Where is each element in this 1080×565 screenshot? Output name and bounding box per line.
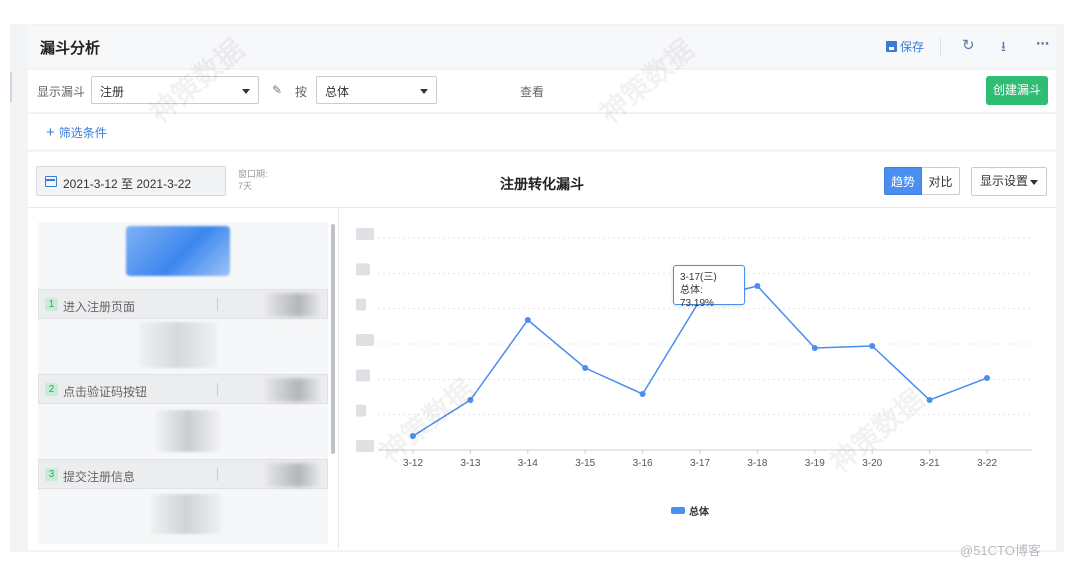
y-tick-label-redacted	[356, 298, 366, 311]
data-point	[524, 317, 531, 323]
funnel-toolbar: 显示漏斗 注册 ✎ 按 总体 查看 创建漏斗	[28, 70, 1056, 112]
save-icon	[886, 41, 897, 52]
view-label: 查看	[520, 85, 545, 99]
funnel-step[interactable]: 1 进入注册页面	[38, 289, 328, 319]
panel-divider	[338, 208, 339, 548]
show-funnel-label: 显示漏斗	[37, 85, 86, 99]
header-divider	[940, 38, 941, 56]
x-tick-label: 3-16	[633, 458, 653, 469]
step-value-redacted	[265, 293, 321, 317]
group-select[interactable]: 总体	[316, 76, 437, 104]
step-separator	[217, 468, 218, 481]
funnel-scrollbar[interactable]	[331, 224, 335, 454]
chevron-down-icon	[1030, 180, 1038, 185]
add-filter-label: 筛选条件	[58, 126, 107, 140]
plus-icon: +	[46, 124, 55, 141]
funnel-select[interactable]: 注册	[91, 76, 259, 104]
x-tick-label: 3-20	[862, 458, 882, 469]
chart-tooltip: 3-17(三) 总体: 73.19%	[673, 265, 745, 309]
data-point	[869, 343, 876, 349]
tooltip-value: 总体: 73.19%	[680, 285, 714, 309]
x-tick-label: 3-18	[747, 458, 767, 469]
step-value-redacted	[265, 378, 321, 402]
group-select-value: 总体	[325, 85, 350, 99]
x-tick-label: 3-19	[805, 458, 825, 469]
more-icon[interactable]: ⋯	[1036, 36, 1049, 52]
y-tick-label-redacted	[356, 369, 370, 382]
data-point	[811, 345, 818, 351]
chevron-down-icon	[420, 89, 428, 94]
y-tick-label-redacted	[356, 440, 374, 452]
conversion-redacted	[138, 322, 218, 368]
step-number: 1	[45, 298, 58, 311]
funnel-bar-redacted	[126, 226, 230, 276]
filter-row: + 筛选条件	[28, 113, 1056, 149]
x-tick-label: 3-21	[920, 458, 940, 469]
step-separator	[217, 383, 218, 396]
card-divider	[28, 207, 1056, 208]
x-tick-label: 3-13	[460, 458, 480, 469]
data-point	[639, 391, 646, 397]
compare-toggle[interactable]: 对比	[922, 167, 960, 195]
page-header: 漏斗分析 保存 ↻ ⭳ ⋯	[28, 26, 1056, 68]
step-number: 2	[45, 383, 58, 396]
chevron-down-icon	[242, 89, 250, 94]
trend-toggle[interactable]: 趋势	[884, 167, 922, 195]
create-funnel-button[interactable]: 创建漏斗	[986, 76, 1048, 105]
source-credit: @51CTO博客	[960, 543, 1041, 558]
app-root: 漏斗分析 保存 ↻ ⭳ ⋯ 显示漏斗 注册 ✎ 按 总体 查看 创建漏斗 + 筛选…	[0, 0, 1080, 565]
step-label: 点击验证码按钮	[63, 385, 148, 399]
add-filter-button[interactable]: + 筛选条件	[46, 124, 107, 141]
by-label: 按	[295, 85, 308, 99]
step-label: 提交注册信息	[63, 470, 136, 484]
funnel-card: 2021-3-12 至 2021-3-22 窗口期: 7天 注册转化漏斗 趋势 …	[28, 152, 1056, 550]
edit-pencil-icon[interactable]: ✎	[272, 83, 282, 97]
display-settings-dropdown[interactable]: 显示设置	[971, 167, 1047, 196]
funnel-step[interactable]: 2 点击验证码按钮	[38, 374, 328, 404]
x-tick-label: 3-17	[690, 458, 710, 469]
refresh-icon[interactable]: ↻	[962, 36, 975, 54]
legend-swatch	[671, 507, 685, 514]
conversion-redacted	[150, 494, 222, 534]
data-point	[984, 375, 990, 381]
chart-legend[interactable]: 总体	[671, 503, 709, 518]
data-point	[582, 365, 589, 371]
x-tick-label: 3-22	[977, 458, 997, 469]
conversion-redacted	[156, 410, 220, 452]
legend-label: 总体	[689, 507, 709, 518]
page-title: 漏斗分析	[40, 40, 101, 57]
funnel-step[interactable]: 3 提交注册信息	[38, 459, 328, 489]
step-number: 3	[45, 468, 58, 481]
y-tick-label-redacted	[356, 263, 370, 276]
step-value-redacted	[265, 463, 321, 487]
data-point	[410, 433, 416, 439]
step-separator	[217, 298, 218, 311]
data-point	[467, 397, 474, 403]
trend-line-chart: 3-12 3-13 3-14 3-15 3-16 3-17 3-18 3-19 3-20 3-21…	[356, 228, 1032, 469]
left-edge-marker	[10, 72, 12, 102]
tooltip-date: 3-17(三)	[680, 272, 717, 283]
download-icon[interactable]: ⭳	[1001, 36, 1006, 60]
data-point	[926, 397, 933, 403]
data-point	[754, 283, 761, 289]
x-tick-label: 3-15	[575, 458, 595, 469]
step-label: 进入注册页面	[63, 300, 136, 314]
y-tick-label-redacted	[356, 228, 374, 240]
display-settings-label: 显示设置	[980, 174, 1029, 188]
y-tick-label-redacted	[356, 404, 366, 417]
x-tick-label: 3-14	[518, 458, 538, 469]
save-label: 保存	[900, 40, 925, 54]
x-tick-label: 3-12	[403, 458, 423, 469]
y-tick-label-redacted	[356, 334, 374, 346]
save-button[interactable]: 保存	[886, 38, 924, 55]
funnel-select-value: 注册	[100, 85, 125, 99]
